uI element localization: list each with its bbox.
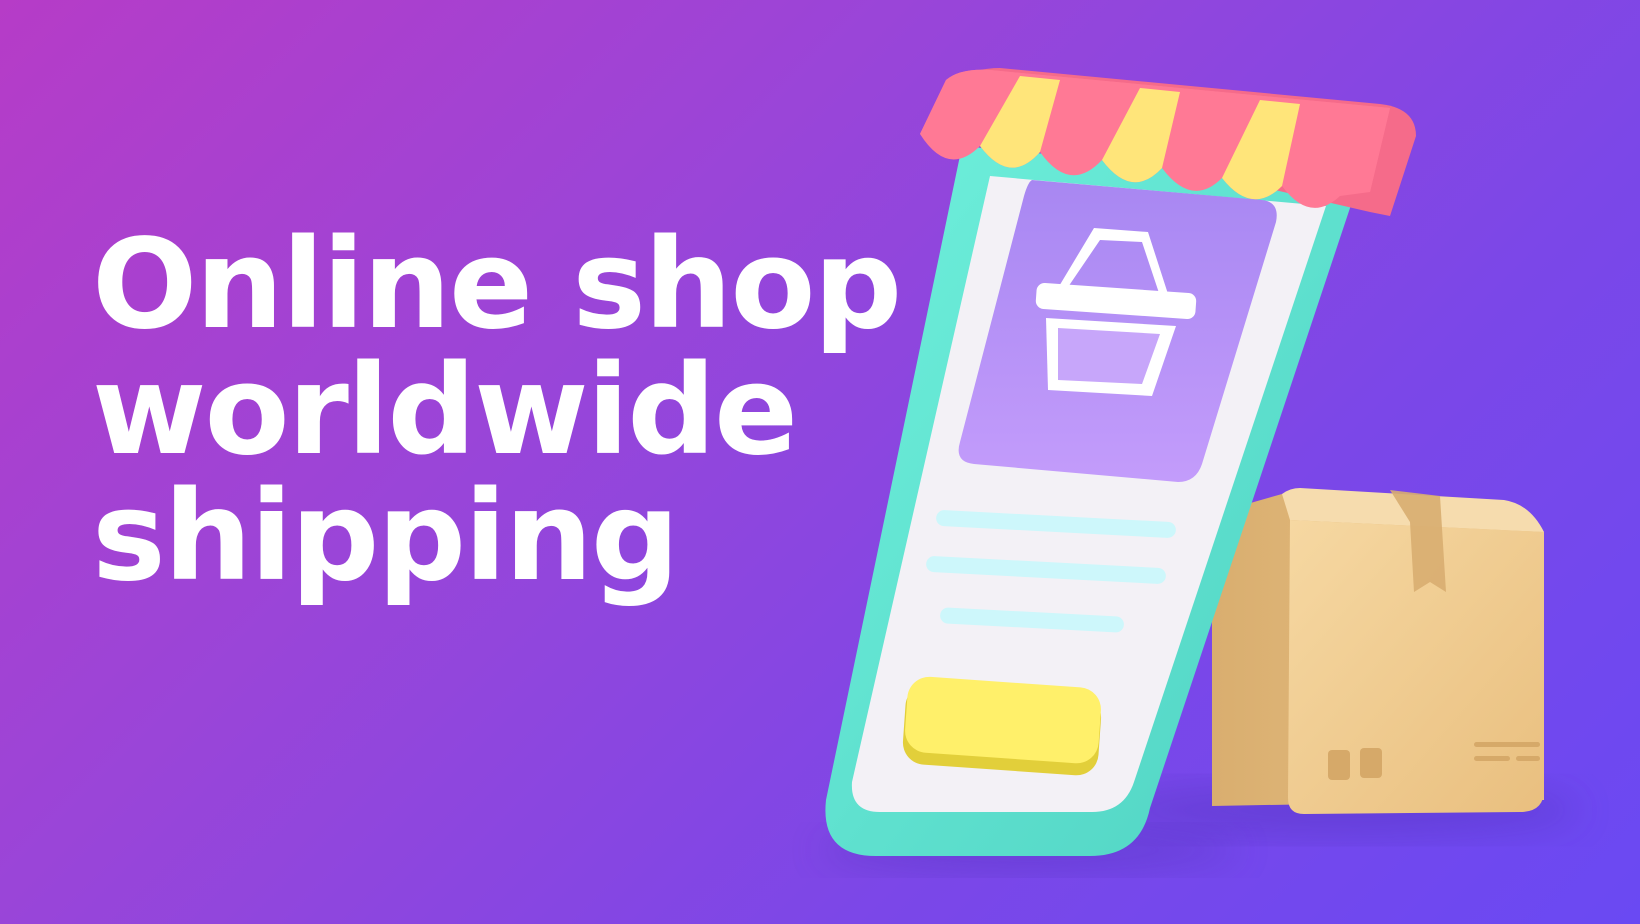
illustration bbox=[820, 68, 1580, 870]
buy-button bbox=[902, 676, 1102, 776]
